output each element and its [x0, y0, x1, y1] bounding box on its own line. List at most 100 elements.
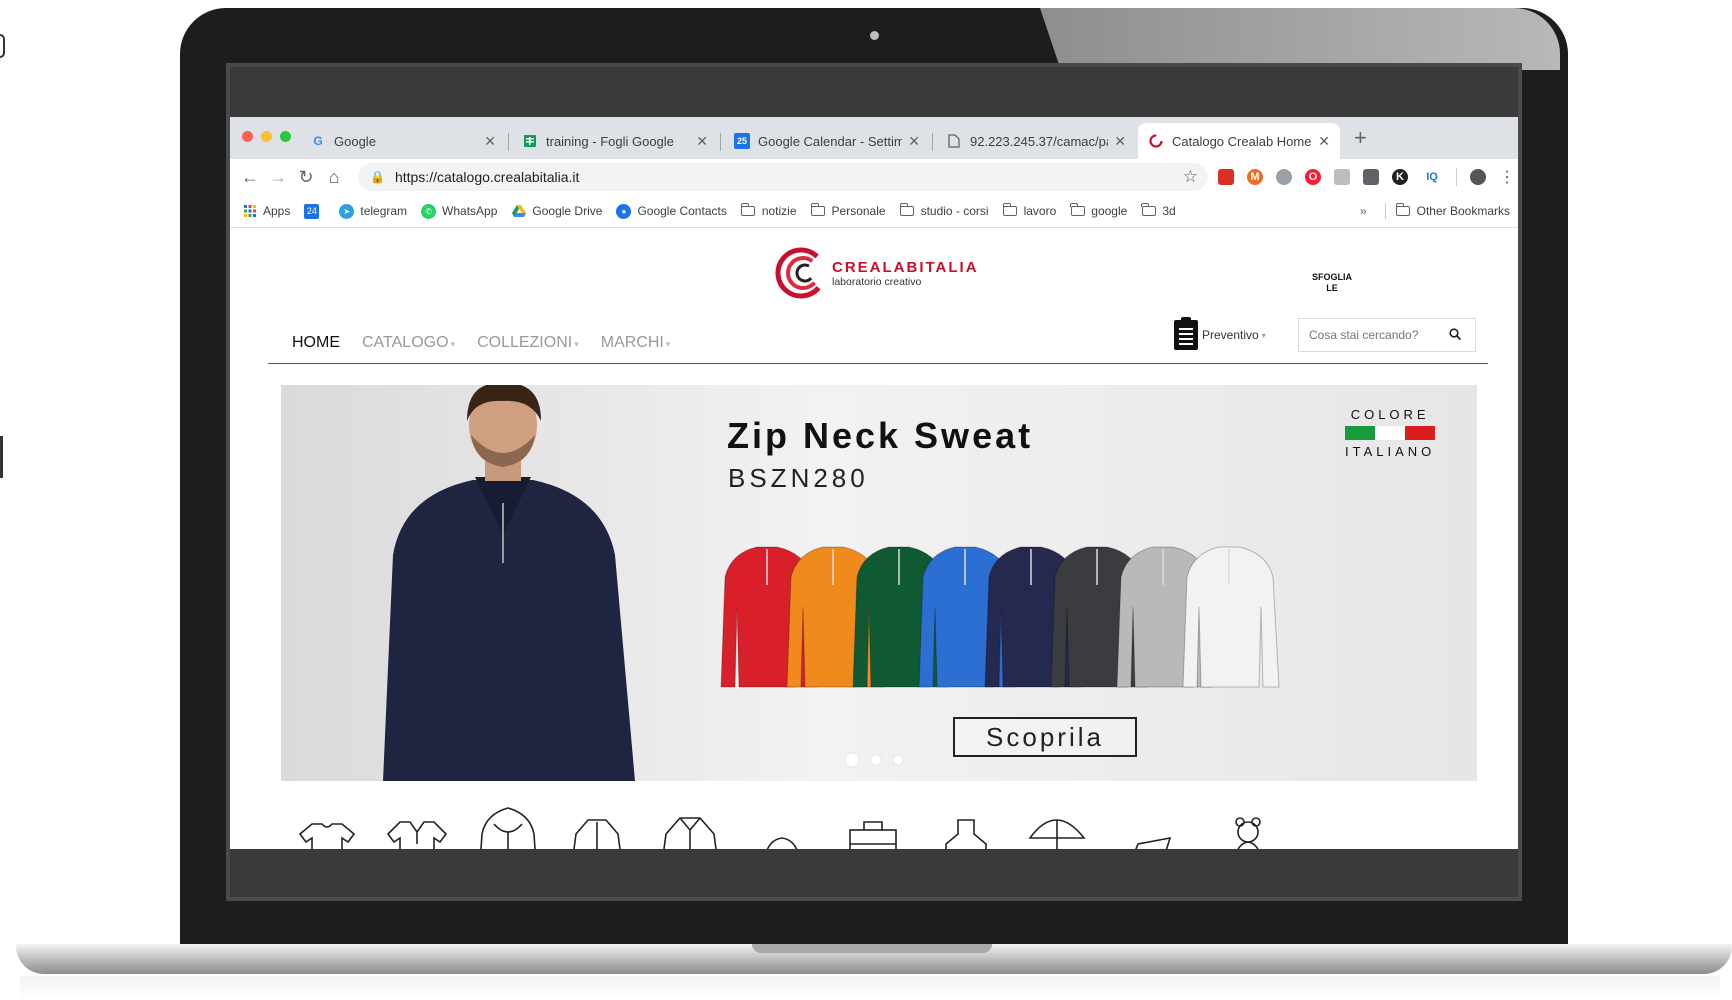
discover-button[interactable]: Scoprila — [953, 717, 1137, 757]
site-logo[interactable]: CREALABITALIA laboratorio creativo — [774, 246, 979, 300]
close-window-button[interactable] — [242, 131, 253, 142]
calendar-icon: 25 — [734, 133, 750, 149]
badge-bottom-text: ITALIANO — [1345, 444, 1436, 459]
bookmark-folder-google[interactable]: google — [1070, 203, 1127, 219]
bookmark-whatsapp[interactable]: ✆ WhatsApp — [421, 203, 498, 219]
tab-google[interactable]: G Google ✕ — [300, 123, 506, 159]
bookmark-telegram[interactable]: ➤ telegram — [339, 203, 407, 219]
bookmark-other-bookmarks[interactable]: Other Bookmarks — [1384, 195, 1510, 227]
browse-categories-link[interactable]: SFOGLIA LE — [1312, 272, 1352, 294]
quote-button[interactable]: Preventivo ▾ — [1174, 317, 1266, 350]
new-tab-button[interactable]: + — [1354, 125, 1367, 151]
bookmark-folder-3d[interactable]: 3d — [1141, 203, 1176, 219]
crealab-icon — [1148, 133, 1164, 149]
extension-iq-icon[interactable]: IQ — [1421, 169, 1443, 185]
extensions-bar: M O K IQ ⋮ — [1218, 159, 1515, 195]
folder-icon — [1395, 203, 1411, 219]
google-icon: G — [313, 134, 323, 148]
tab-calendar[interactable]: 25 Google Calendar - Settiman ✕ — [724, 123, 930, 159]
nav-label: COLLEZIONI — [477, 334, 573, 351]
nav-catalogo[interactable]: CATALOGO ▾ — [362, 334, 455, 352]
tab-title: training - Fogli Google — [546, 133, 674, 149]
folder-icon — [810, 203, 826, 219]
extension-opera-icon[interactable]: O — [1305, 169, 1321, 185]
lock-icon: 🔒 — [370, 170, 385, 184]
web-page: CREALABITALIA laboratorio creativo HOME … — [230, 228, 1518, 857]
nav-marchi[interactable]: MARCHI ▾ — [601, 334, 671, 352]
bookmark-folder-notizie[interactable]: notizie — [740, 203, 797, 219]
bookmark-label: WhatsApp — [442, 204, 498, 218]
extension-cloud-icon[interactable] — [1276, 169, 1292, 185]
carousel-dot[interactable] — [845, 753, 859, 767]
tab-divider — [932, 133, 933, 151]
close-tab-icon[interactable]: ✕ — [484, 133, 496, 150]
address-bar[interactable]: 🔒 https://catalogo.crealabitalia.it ☆ — [358, 163, 1208, 191]
bookmarks-bar: Apps 24 ➤ telegram ✆ WhatsApp Google Dri… — [230, 195, 1518, 228]
webcam — [870, 31, 879, 40]
bookmark-folder-studio[interactable]: studio - corsi — [899, 203, 989, 219]
extension-red-icon[interactable] — [1218, 169, 1234, 185]
extension-k-icon[interactable]: K — [1392, 169, 1408, 185]
profile-avatar[interactable] — [1470, 169, 1486, 185]
home-icon[interactable]: ⌂ — [320, 167, 348, 188]
logo-tagline: laboratorio creativo — [832, 275, 922, 288]
main-navigation: HOME CATALOGO ▾ COLLEZIONI ▾ MARCHI ▾ — [292, 334, 670, 352]
model-photo — [383, 385, 635, 781]
nav-divider — [268, 363, 1488, 364]
bookmark-calendar[interactable]: 24 — [304, 203, 325, 219]
tab-title: Google Calendar - Settiman — [758, 133, 902, 149]
bookmark-apps[interactable]: Apps — [242, 204, 290, 219]
bookmark-folder-lavoro[interactable]: lavoro — [1002, 203, 1056, 219]
chevron-down-icon: ▾ — [574, 339, 579, 349]
folder-icon — [740, 203, 756, 219]
quote-label: Preventivo — [1202, 328, 1259, 342]
bookmark-label: studio - corsi — [920, 204, 989, 218]
hero-banner[interactable]: Zip Neck Sweat BSZN280 COLORE ITALIANO S… — [281, 385, 1477, 781]
extension-shield-icon[interactable] — [1363, 169, 1379, 185]
reload-icon[interactable]: ↻ — [292, 167, 320, 188]
bookmark-label: Google Contacts — [637, 204, 727, 218]
laptop-notch — [752, 944, 992, 953]
extension-magento-icon[interactable]: M — [1247, 169, 1263, 185]
close-tab-icon[interactable]: ✕ — [908, 133, 920, 150]
chevron-down-icon: ▾ — [1261, 330, 1266, 340]
close-tab-icon[interactable]: ✕ — [1114, 133, 1126, 150]
chevron-down-icon: ▾ — [450, 339, 456, 349]
carousel-dots — [845, 753, 903, 767]
close-tab-icon[interactable]: ✕ — [696, 133, 708, 150]
maximize-window-button[interactable] — [280, 131, 291, 142]
logo-name: CREALABITALIA — [832, 258, 979, 276]
banner-title: Zip Neck Sweat — [727, 415, 1034, 456]
tab-title: 92.223.245.37/camac/pann — [970, 133, 1108, 149]
nav-label: CATALOGO — [362, 334, 449, 351]
nav-collezioni[interactable]: COLLEZIONI ▾ — [477, 334, 579, 352]
nav-home[interactable]: HOME — [292, 334, 340, 352]
bookmark-folder-personale[interactable]: Personale — [810, 203, 886, 219]
bookmarks-overflow-button[interactable]: » — [1360, 204, 1367, 218]
bookmark-google-contacts[interactable]: ● Google Contacts — [616, 203, 727, 219]
bookmark-label: Google Drive — [532, 204, 603, 218]
back-arrow-icon[interactable]: ← — [236, 167, 264, 188]
bookmarks-divider — [1384, 203, 1386, 219]
minimize-window-button[interactable] — [261, 131, 272, 142]
sweater-8 — [1182, 546, 1280, 688]
carousel-dot[interactable] — [871, 755, 881, 765]
lid-glare — [1040, 8, 1560, 70]
drive-icon — [511, 204, 526, 219]
tab-training[interactable]: training - Fogli Google ✕ — [512, 123, 718, 159]
close-tab-icon[interactable]: ✕ — [1318, 133, 1330, 150]
folder-icon — [1141, 203, 1156, 219]
bookmark-google-drive[interactable]: Google Drive — [511, 204, 602, 219]
tab-crealab[interactable]: Catalogo Crealab Home pa ✕ — [1138, 123, 1340, 159]
bookmark-star-icon[interactable]: ☆ — [1183, 167, 1198, 187]
forward-arrow-icon[interactable]: → — [264, 167, 292, 188]
telegram-icon: ➤ — [339, 203, 355, 219]
carousel-dot[interactable] — [893, 755, 903, 765]
italian-flag-icon — [1345, 426, 1436, 440]
search-icon[interactable] — [1449, 327, 1462, 343]
folder-icon — [1002, 203, 1018, 219]
menu-kebab-icon[interactable]: ⋮ — [1499, 167, 1515, 187]
search-input[interactable] — [1307, 327, 1441, 343]
extension-puzzle-icon[interactable] — [1334, 169, 1350, 185]
tab-ip-address[interactable]: 92.223.245.37/camac/pann ✕ — [936, 123, 1136, 159]
